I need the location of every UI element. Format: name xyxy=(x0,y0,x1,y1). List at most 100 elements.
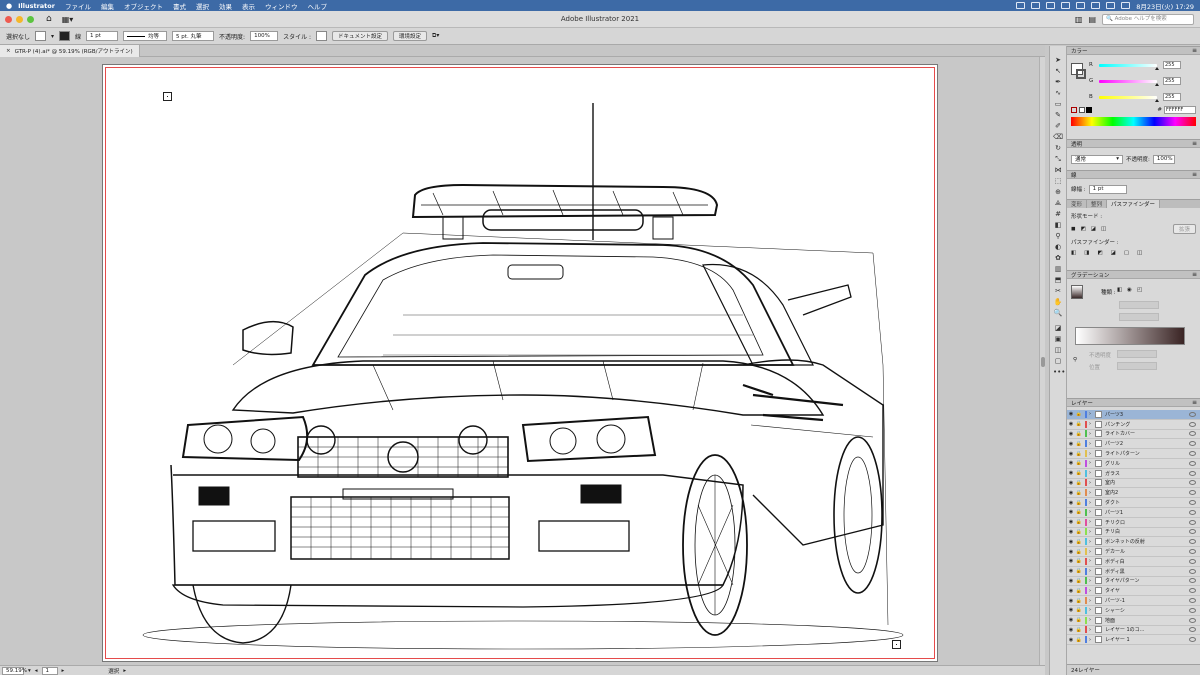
workspace-switcher-icon[interactable]: ▦▾ xyxy=(62,15,74,24)
lock-icon[interactable]: 🔒 xyxy=(1075,490,1083,496)
lock-icon[interactable]: 🔒 xyxy=(1075,617,1083,623)
layer-name[interactable]: ライトパターン xyxy=(1105,450,1189,457)
gradient-location-field[interactable] xyxy=(1117,362,1157,370)
lock-icon[interactable]: 🔒 xyxy=(1075,500,1083,506)
visibility-eye-icon[interactable]: ◉ xyxy=(1067,500,1075,506)
hand-tool-icon[interactable]: ✋ xyxy=(1053,298,1063,306)
visibility-eye-icon[interactable]: ◉ xyxy=(1067,607,1075,613)
visibility-eye-icon[interactable]: ◉ xyxy=(1067,627,1075,633)
lock-icon[interactable]: 🔒 xyxy=(1075,431,1083,437)
gradient-angle-field[interactable] xyxy=(1119,301,1159,309)
lock-icon[interactable]: 🔒 xyxy=(1075,519,1083,525)
layer-name[interactable]: グリル xyxy=(1105,460,1189,467)
layer-name[interactable]: チリクロ xyxy=(1105,519,1189,526)
eyedropper-icon[interactable]: ⚲ xyxy=(1073,357,1077,363)
scale-tool-icon[interactable]: ⤡ xyxy=(1053,155,1063,163)
menu-help[interactable]: ヘルプ xyxy=(307,1,327,11)
layer-name[interactable]: シャーシ xyxy=(1105,607,1189,614)
curvature-tool-icon[interactable]: ∿ xyxy=(1053,89,1063,97)
pen-tool-icon[interactable]: ✒ xyxy=(1053,78,1063,86)
layer-row[interactable]: ◉ 🔒 › ライトパターン xyxy=(1067,449,1200,459)
layer-row[interactable]: ◉ 🔒 › チリクロ xyxy=(1067,517,1200,528)
screen-mode-icon[interactable]: ▢ xyxy=(1053,357,1063,365)
layer-target-icon[interactable] xyxy=(1189,509,1196,515)
visibility-eye-icon[interactable]: ◉ xyxy=(1067,519,1075,525)
layer-row[interactable]: ◉ 🔒 › ガラス xyxy=(1067,468,1200,479)
visibility-eye-icon[interactable]: ◉ xyxy=(1067,588,1075,594)
visibility-eye-icon[interactable]: ◉ xyxy=(1067,637,1075,643)
graph-tool-icon[interactable]: ▥ xyxy=(1053,265,1063,273)
layer-row[interactable]: ◉ 🔒 › タイヤパターン xyxy=(1067,576,1200,587)
visibility-eye-icon[interactable]: ◉ xyxy=(1067,578,1075,584)
layer-target-icon[interactable] xyxy=(1189,578,1196,584)
radial-gradient-icon[interactable]: ◉ xyxy=(1127,287,1132,293)
artboard-next-icon[interactable]: ▸ xyxy=(62,668,65,674)
layer-name[interactable]: タイヤ xyxy=(1105,587,1189,594)
stroke-weight-field[interactable]: 1 pt xyxy=(86,31,119,41)
gradient-preview-swatch[interactable] xyxy=(1071,285,1083,299)
trim-icon[interactable]: ◨ xyxy=(1084,250,1089,256)
eyedropper-tool-icon[interactable]: ⚲ xyxy=(1053,232,1063,240)
lock-icon[interactable]: 🔒 xyxy=(1075,637,1083,643)
visibility-eye-icon[interactable]: ◉ xyxy=(1067,480,1075,486)
menu-object[interactable]: オブジェクト xyxy=(124,1,163,11)
layer-target-icon[interactable] xyxy=(1189,607,1196,613)
layer-name[interactable]: 室内 xyxy=(1105,479,1189,486)
stroke-swatch[interactable] xyxy=(59,31,71,41)
status-search-icon[interactable] xyxy=(1121,2,1131,9)
crop-icon[interactable]: ◪ xyxy=(1111,250,1116,256)
visibility-eye-icon[interactable]: ◉ xyxy=(1067,451,1075,457)
visibility-eye-icon[interactable]: ◉ xyxy=(1067,617,1075,623)
artboard-prev-icon[interactable]: ◂ xyxy=(35,668,38,674)
free-transform-tool-icon[interactable]: ⬚ xyxy=(1053,177,1063,185)
rectangle-tool-icon[interactable]: ▭ xyxy=(1053,100,1063,108)
blend-mode-select[interactable]: 通常 ▾ xyxy=(1071,154,1123,164)
red-slider[interactable] xyxy=(1099,63,1159,70)
lock-icon[interactable]: 🔒 xyxy=(1075,441,1083,447)
layer-row[interactable]: ◉ 🔒 › グリル xyxy=(1067,458,1200,469)
zoom-window-button[interactable] xyxy=(27,15,34,23)
zoom-tool-icon[interactable]: 🔍 xyxy=(1053,309,1063,317)
layer-target-icon[interactable] xyxy=(1189,500,1196,506)
help-search-input[interactable]: 🔍 Adobe ヘルプを検索 xyxy=(1102,13,1194,25)
lock-icon[interactable]: 🔒 xyxy=(1075,568,1083,574)
shape-builder-tool-icon[interactable]: ⊕ xyxy=(1053,188,1063,196)
red-value-field[interactable]: 255 xyxy=(1163,61,1181,69)
layer-name[interactable]: ダクト xyxy=(1105,499,1189,506)
layer-name[interactable]: チリ白 xyxy=(1105,528,1189,535)
document-setup-button[interactable]: ドキュメント設定 xyxy=(332,31,389,41)
freeform-gradient-icon[interactable]: ◰ xyxy=(1137,287,1142,293)
paintbrush-tool-icon[interactable]: ✎ xyxy=(1053,111,1063,119)
visibility-eye-icon[interactable]: ◉ xyxy=(1067,490,1075,496)
menu-select[interactable]: 選択 xyxy=(196,1,209,11)
layer-row[interactable]: ◉ 🔒 › ボンネットの反射 xyxy=(1067,537,1200,548)
black-color-icon[interactable] xyxy=(1086,106,1092,113)
layer-row[interactable]: ◉ 🔒 › パーツ2 xyxy=(1067,439,1200,450)
lock-icon[interactable]: 🔒 xyxy=(1075,549,1083,555)
visibility-eye-icon[interactable]: ◉ xyxy=(1067,421,1075,427)
layer-name[interactable]: ボディ白 xyxy=(1105,558,1189,565)
fill-stroke-icon[interactable]: ◪ xyxy=(1053,324,1063,332)
layer-target-icon[interactable] xyxy=(1189,549,1196,555)
home-icon[interactable]: ⌂ xyxy=(46,14,52,24)
document-tab[interactable]: × GTR-P (4).ai* @ 59.19% (RGB/アウトライン) xyxy=(0,44,140,57)
layer-row[interactable]: ◉ 🔒 › 室内 xyxy=(1067,478,1200,489)
color-mode-icon[interactable]: ▣ xyxy=(1053,335,1063,343)
menu-type[interactable]: 書式 xyxy=(173,1,186,11)
layer-name[interactable]: 室内2 xyxy=(1105,489,1189,496)
gradient-tool-icon[interactable]: ◧ xyxy=(1053,221,1063,229)
layer-name[interactable]: パーツ1 xyxy=(1105,509,1189,516)
menu-window[interactable]: ウィンドウ xyxy=(265,1,298,11)
status-menu-icon[interactable]: ▸ xyxy=(123,668,126,674)
layer-target-icon[interactable] xyxy=(1189,568,1196,574)
layer-row[interactable]: ◉ 🔒 › レイヤー 1のコ... xyxy=(1067,625,1200,636)
gradient-slider[interactable] xyxy=(1075,327,1185,345)
brush-definition[interactable]: 5 pt. 丸筆 xyxy=(172,31,215,41)
status-display-icon[interactable] xyxy=(1046,2,1056,9)
variable-width-profile[interactable]: 均等 xyxy=(123,31,168,41)
lock-icon[interactable]: 🔒 xyxy=(1075,588,1083,594)
minus-back-icon[interactable]: ◫ xyxy=(1137,250,1142,256)
fill-swatch[interactable] xyxy=(35,31,47,41)
layer-name[interactable]: パンチング xyxy=(1105,421,1189,428)
transparency-panel-header[interactable]: 透明 ≡ xyxy=(1067,139,1200,148)
